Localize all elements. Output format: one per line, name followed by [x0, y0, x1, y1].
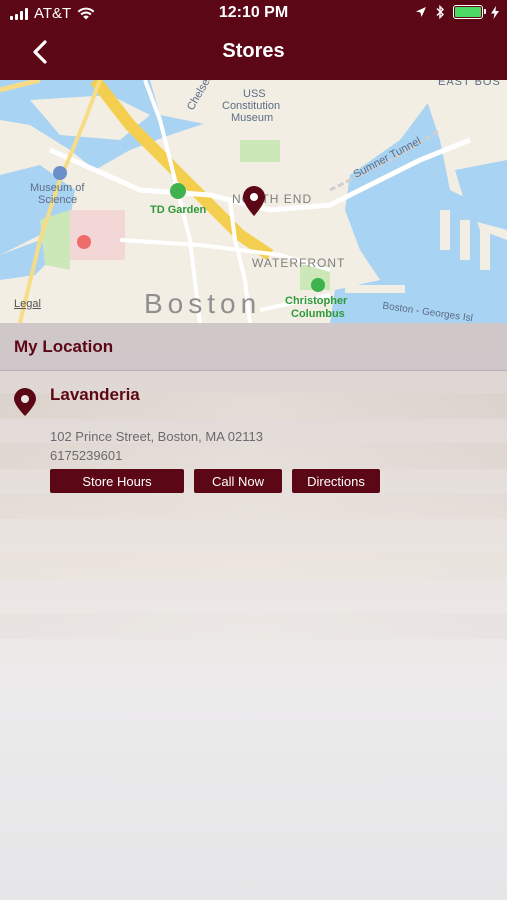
map-label-museum: Museum [231, 112, 274, 124]
map-label-waterfront: WATERFRONT [252, 256, 346, 270]
map-label-columbus: Columbus [291, 308, 345, 320]
battery-icon [453, 5, 486, 19]
status-bar: AT&T 12:10 PM [0, 0, 507, 28]
map-label-christopher: Christopher [285, 295, 348, 307]
bluetooth-icon [436, 5, 444, 19]
call-now-button[interactable]: Call Now [194, 469, 282, 493]
directions-button[interactable]: Directions [292, 469, 380, 493]
store-hours-button[interactable]: Store Hours [50, 469, 184, 493]
store-name[interactable]: Lavanderia [50, 385, 140, 405]
location-arrow-icon [416, 7, 426, 17]
my-location-header: My Location [0, 323, 507, 371]
store-phone[interactable]: 6175239601 [50, 448, 122, 463]
status-right [415, 5, 499, 19]
store-map[interactable]: Chelsea USS Constitution Museum EAST BOS… [0, 80, 507, 323]
map-label-east-boston: EAST BOS [438, 80, 501, 88]
store-location-pin-icon [14, 388, 36, 416]
map-label-td-garden: TD Garden [150, 204, 207, 216]
section-title: My Location [14, 337, 114, 356]
charging-bolt-icon [491, 5, 499, 19]
map-label-city: Boston [144, 288, 262, 319]
map-pin-icon[interactable] [243, 186, 265, 216]
page-title: Stores [222, 40, 285, 62]
background-photo [0, 323, 507, 900]
map-legal-link[interactable]: Legal [14, 298, 41, 310]
map-label-museum-of: Museum of [30, 182, 85, 194]
map-label-constitution: Constitution [222, 100, 281, 112]
map-label-science: Science [38, 194, 78, 206]
map-label-uss: USS [243, 88, 266, 100]
app-header: AT&T 12:10 PM Stores [0, 0, 507, 80]
store-address: 102 Prince Street, Boston, MA 02113 [50, 429, 263, 444]
